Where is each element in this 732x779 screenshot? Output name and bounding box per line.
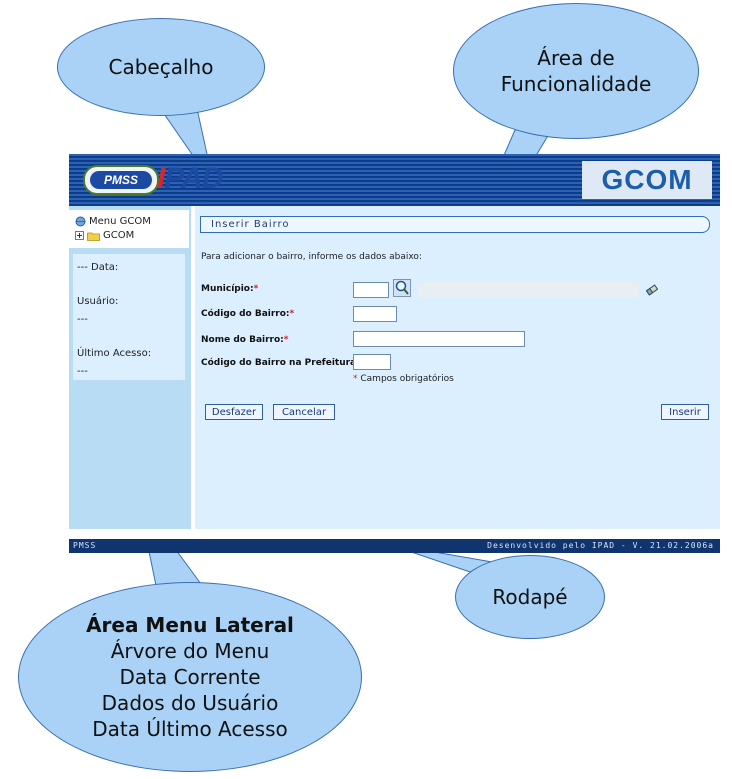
sidebar: Menu GCOM GCOM --- Data: Usuário: --- Úl… [69,206,191,529]
municipio-label: Município:* [201,284,258,294]
current-date-label: --- Data: [77,262,119,273]
cancelar-button[interactable]: Cancelar [273,404,335,420]
footer-callout-label: Rodapé [492,585,568,609]
footer-left-text: PMSS [73,541,97,550]
codigo-bairro-input[interactable] [353,306,397,322]
codigo-prefeitura-input[interactable] [353,354,391,370]
user-label: Usuário: [77,296,119,307]
sidebar-callout-item: Data Último Acesso [92,717,288,741]
functionality-callout-line2: Funcionalidade [500,72,652,96]
municipio-label-text: Município: [201,284,254,294]
codigo-prefeitura-label: Código do Bairro na Prefeitura: [201,358,360,368]
user-info-panel: --- Data: Usuário: --- Último Acesso: --… [73,254,185,380]
required-marker: * [289,309,295,319]
required-note-text: Campos obrigatórios [360,374,454,384]
nome-bairro-label: Nome do Bairro:* [201,335,289,345]
last-access-label: Último Acesso: [77,348,152,359]
globe-icon [75,216,86,227]
header-callout: Cabeçalho [57,18,265,116]
footer-callout: Rodapé [455,555,605,639]
sidebar-callout: Área Menu Lateral Árvore do Menu Data Co… [18,582,362,772]
instruction-text: Para adicionar o bairro, informe os dado… [201,252,422,262]
gcom-logo-text: GCOM [601,164,693,195]
municipio-code-input[interactable] [353,282,389,298]
codigo-bairro-label: Código do Bairro:* [201,309,294,319]
tree-root[interactable]: Menu GCOM [75,216,151,227]
ipad-logo-rest: PAD [164,162,223,195]
ipad-logo-i: I [157,162,165,195]
tree-expand-icon[interactable] [75,231,84,240]
required-marker: * [283,335,289,345]
user-value: --- [77,314,88,325]
search-icon[interactable] [393,279,411,297]
pmss-logo-text: PMSS [90,171,152,189]
sidebar-callout-item: Data Corrente [119,665,261,689]
header-callout-label: Cabeçalho [108,55,214,79]
sidebar-callout-item: Dados do Usuário [101,691,279,715]
eraser-icon[interactable] [646,284,658,296]
main-content: Inserir Bairro Para adicionar o bairro, … [195,206,720,529]
last-access-value: --- [77,366,88,377]
nome-bairro-label-text: Nome do Bairro: [201,335,284,345]
codigo-bairro-label-text: Código do Bairro: [201,309,290,319]
sidebar-callout-title: Área Menu Lateral [86,613,294,637]
sidebar-callout-item: Árvore do Menu [110,639,270,663]
required-marker: * [253,284,259,294]
tree-root-label: Menu GCOM [89,216,151,227]
app-footer: PMSS Desenvolvido pelo IPAD - V. 21.02.2… [69,539,720,553]
required-fields-note: * Campos obrigatórios [353,374,454,384]
required-marker: * [353,374,358,384]
folder-icon [87,232,100,241]
tree-item-gcom-label: GCOM [103,230,135,241]
tree-item-gcom[interactable]: GCOM [75,230,134,241]
inserir-button[interactable]: Inserir [661,404,709,420]
page-title: Inserir Bairro [200,216,710,233]
gcom-logo: GCOM [582,161,712,199]
nome-bairro-input[interactable] [353,331,525,347]
functionality-callout-line1: Área de [537,46,615,70]
footer-version-text: Desenvolvido pelo IPAD - V. 21.02.2006a [487,541,714,550]
desfazer-button[interactable]: Desfazer [205,404,263,420]
ipad-logo: I PAD [157,160,223,198]
menu-tree: Menu GCOM GCOM [69,210,189,248]
municipio-name-display [417,282,639,298]
functionality-callout: Área de Funcionalidade [453,3,699,139]
app-window: PMSS I PAD GCOM Menu GCOM GCOM --- Data:… [69,154,720,553]
app-header: PMSS I PAD GCOM [69,154,720,206]
pmss-logo: PMSS [83,165,159,195]
